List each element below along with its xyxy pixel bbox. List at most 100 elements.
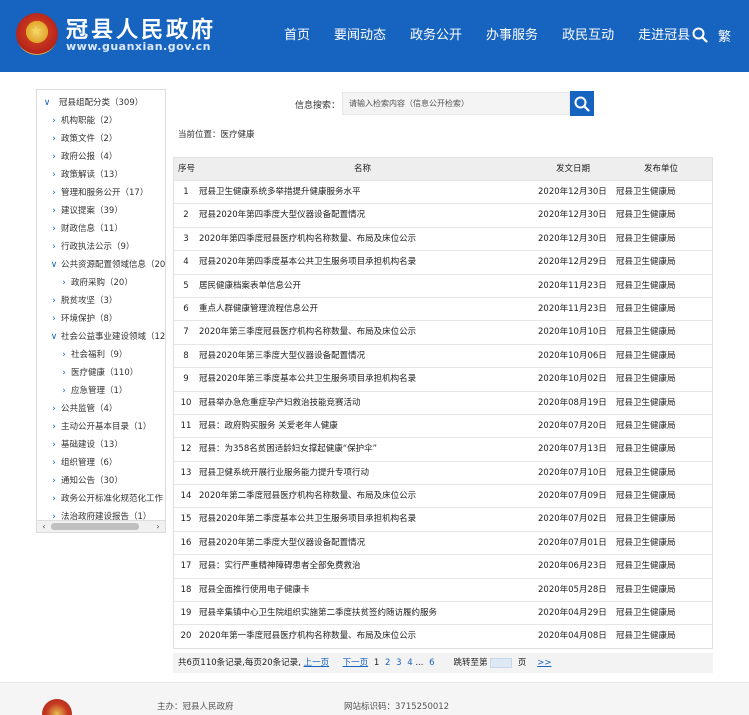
table-row[interactable]: 4 冠县2020年第四季度基本公共卫生服务项目承担机构名录 2020年12月29日冠… (174, 250, 712, 273)
table-row[interactable]: 7 2020年第三季度冠县医疗机构名称数量、布局及床位公示 2020年10月10日冠… (174, 320, 712, 343)
table-row[interactable]: 15 冠县2020年第二季度基本公共卫生服务项目承担机构名录 2020年07月02日… (174, 507, 712, 530)
row-title-link[interactable]: 重点人群健康管理流程信息公开 (199, 298, 318, 321)
table-row[interactable]: 3 2020年第四季度冠县医疗机构名称数量、布局及床位公示 2020年12月30日冠… (174, 226, 712, 251)
page-link-2[interactable]: 2 (385, 658, 390, 668)
table-row[interactable]: 16 冠县2020年第二季度大型仪器设备配置情况 2020年07月01日 冠县卫生健康… (174, 530, 712, 555)
row-title-link[interactable]: 冠县全面推行使用电子健康卡 (199, 579, 310, 602)
chevron-right-icon[interactable]: › (59, 274, 69, 292)
tree-item[interactable]: › 政策文件（2） (37, 130, 165, 148)
tree-item[interactable]: › 机构职能（2） (37, 112, 165, 130)
table-row[interactable]: 20 2020年第一季度冠县医疗机构名称数量、布局及床位公示 2020年04月08日… (174, 624, 712, 647)
chevron-down-icon[interactable]: ∨ (42, 94, 52, 112)
table-row[interactable]: 11 冠县：政府购买服务 关爱老年人健康 2020年07月20日 冠县卫生健康局 (174, 413, 712, 438)
page-link-3[interactable]: 3 (396, 658, 401, 668)
chevron-right-icon[interactable]: › (59, 364, 69, 382)
row-title-link[interactable]: 冠县2020年第四季度基本公共卫生服务项目承担机构名录 (199, 251, 416, 274)
scroll-left-icon[interactable]: ‹ (38, 521, 50, 532)
row-title-link[interactable]: 2020年第二季度冠县医疗机构名称数量、布局及床位公示 (199, 485, 416, 508)
table-row[interactable]: 13 冠县卫健系统开展行业服务能力提升专项行动 2020年07月10日 冠县卫生健康局 (174, 460, 712, 485)
chevron-right-icon[interactable]: › (49, 400, 59, 418)
tree-item[interactable]: › 主动公开基本目录（1） (37, 418, 165, 436)
scrollbar-thumb[interactable] (51, 523, 139, 530)
chevron-right-icon[interactable]: › (49, 436, 59, 454)
tree-item[interactable]: › 管理和服务公开（17） (37, 184, 165, 202)
table-row[interactable]: 10 冠县举办急危重症孕产妇救治技能竞赛活动 2020年08月19日 冠县卫生健康局 (174, 390, 712, 415)
row-title-link[interactable]: 冠县2020年第三季度大型仪器设备配置情况 (199, 345, 365, 368)
row-title-link[interactable]: 冠县卫生健康系统多举措提升健康服务水平 (199, 181, 361, 204)
page-link-4[interactable]: 4 (407, 658, 412, 668)
row-title-link[interactable]: 冠县辛集镇中心卫生院组织实施第二季度扶贫签约随访履约服务 (199, 602, 437, 625)
table-row[interactable]: 5 居民健康档案表单信息公开 2020年11月23日 冠县卫生健康局 (174, 273, 712, 298)
horizontal-scrollbar[interactable]: ‹ › (37, 520, 165, 532)
chevron-right-icon[interactable]: › (49, 112, 59, 130)
row-title-link[interactable]: 2020年第一季度冠县医疗机构名称数量、布局及床位公示 (199, 625, 416, 648)
chevron-right-icon[interactable]: › (49, 202, 59, 220)
tree-item[interactable]: › 组织管理（6） (37, 454, 165, 472)
row-title-link[interactable]: 冠县卫健系统开展行业服务能力提升专项行动 (199, 462, 369, 485)
tree-item[interactable]: › 环境保护（8） (37, 310, 165, 328)
tree-item[interactable]: › 行政执法公示（9） (37, 238, 165, 256)
chevron-right-icon[interactable]: › (49, 238, 59, 256)
jump-go-link[interactable]: >> (537, 658, 551, 668)
chevron-right-icon[interactable]: › (49, 184, 59, 202)
search-button[interactable] (570, 91, 594, 116)
table-row[interactable]: 18 冠县全面推行使用电子健康卡 2020年05月28日 冠县卫生健康局 (174, 577, 712, 602)
table-row[interactable]: 8 冠县2020年第三季度大型仪器设备配置情况 2020年10月06日 冠县卫生健康局 (174, 343, 712, 368)
tree-item[interactable]: › 政府采购（20） (37, 274, 165, 292)
chevron-right-icon[interactable]: › (59, 382, 69, 400)
prev-page-link[interactable]: 上一页 (304, 658, 330, 668)
chevron-right-icon[interactable]: › (49, 292, 59, 310)
chevron-right-icon[interactable]: › (49, 418, 59, 436)
row-title-link[interactable]: 冠县：政府购买服务 关爱老年人健康 (199, 415, 338, 438)
chevron-right-icon[interactable]: › (49, 472, 59, 490)
table-row[interactable]: 6 重点人群健康管理流程信息公开 2020年11月23日 冠县卫生健康局 (174, 296, 712, 321)
nav-about-county[interactable]: 走进冠县 (626, 0, 702, 72)
row-title-link[interactable]: 冠县举办急危重症孕产妇救治技能竞赛活动 (199, 392, 361, 415)
table-row[interactable]: 9 冠县2020年第三季度基本公共卫生服务项目承担机构名录 2020年10月02日冠… (174, 367, 712, 390)
table-row[interactable]: 2 冠县2020年第四季度大型仪器设备配置情况 2020年12月30日 冠县卫生健康局 (174, 203, 712, 226)
chevron-right-icon[interactable]: › (49, 166, 59, 184)
page-link-last[interactable]: 6 (429, 658, 434, 668)
tree-item[interactable]: › 政府公报（4） (37, 148, 165, 166)
tree-item[interactable]: › 公共监管（4） (37, 400, 165, 418)
tree-item[interactable]: › 财政信息（11） (37, 220, 165, 238)
chevron-down-icon[interactable]: ∨ (49, 256, 59, 274)
search-icon[interactable] (692, 27, 708, 43)
chevron-right-icon[interactable]: › (49, 454, 59, 472)
tree-item[interactable]: › 政策解读（13） (37, 166, 165, 184)
nav-news[interactable]: 要闻动态 (322, 0, 398, 72)
row-title-link[interactable]: 冠县：为358名贫困适龄妇女撑起健康“保护伞” (199, 438, 377, 461)
row-title-link[interactable]: 冠县：实行严重精神障碍患者全部免费救治 (199, 555, 361, 578)
row-title-link[interactable]: 冠县2020年第四季度大型仪器设备配置情况 (199, 204, 365, 227)
scroll-right-icon[interactable]: › (152, 521, 164, 532)
tree-item[interactable]: › 应急管理（1） (37, 382, 165, 400)
tree-item[interactable]: ∨社会公益事业建设领域（120） (37, 328, 165, 346)
chevron-right-icon[interactable]: › (49, 148, 59, 166)
tree-item[interactable]: › 医疗健康（110） (37, 364, 165, 382)
tree-item[interactable]: › 社会福利（9） (37, 346, 165, 364)
traditional-chinese-toggle[interactable]: 繁 (718, 26, 731, 45)
tree-item[interactable]: › 政务公开标准化规范化工作（ (37, 490, 165, 508)
table-row[interactable]: 14 2020年第二季度冠县医疗机构名称数量、布局及床位公示 2020年07月09日… (174, 484, 712, 507)
chevron-right-icon[interactable]: › (59, 346, 69, 364)
nav-home[interactable]: 首页 (272, 0, 322, 72)
table-row[interactable]: 1 冠县卫生健康系统多举措提升健康服务水平 2020年12月30日 冠县卫生健康局 (174, 180, 712, 203)
tree-item[interactable]: › 建议提案（39） (37, 202, 165, 220)
chevron-right-icon[interactable]: › (49, 130, 59, 148)
tree-item[interactable]: ∨ 冠县组配分类（309） (37, 94, 165, 112)
tree-item[interactable]: › 基础建设（13） (37, 436, 165, 454)
row-title-link[interactable]: 2020年第三季度冠县医疗机构名称数量、布局及床位公示 (199, 321, 416, 344)
tree-item[interactable]: › 通知公告（30） (37, 472, 165, 490)
row-title-link[interactable]: 2020年第四季度冠县医疗机构名称数量、布局及床位公示 (199, 228, 416, 251)
chevron-right-icon[interactable]: › (49, 220, 59, 238)
tree-item[interactable]: › 脱贫攻坚（3） (37, 292, 165, 310)
search-input[interactable] (342, 92, 570, 115)
national-emblem-logo[interactable]: ★ (16, 13, 58, 55)
chevron-right-icon[interactable]: › (49, 310, 59, 328)
row-title-link[interactable]: 冠县2020年第二季度大型仪器设备配置情况 (199, 532, 365, 555)
nav-interaction[interactable]: 政民互动 (550, 0, 626, 72)
row-title-link[interactable]: 居民健康档案表单信息公开 (199, 275, 301, 298)
jump-page-input[interactable] (490, 657, 513, 668)
table-row[interactable]: 19 冠县辛集镇中心卫生院组织实施第二季度扶贫签约随访履约服务 2020年04月29… (174, 601, 712, 624)
row-title-link[interactable]: 冠县2020年第二季度基本公共卫生服务项目承担机构名录 (199, 508, 416, 531)
